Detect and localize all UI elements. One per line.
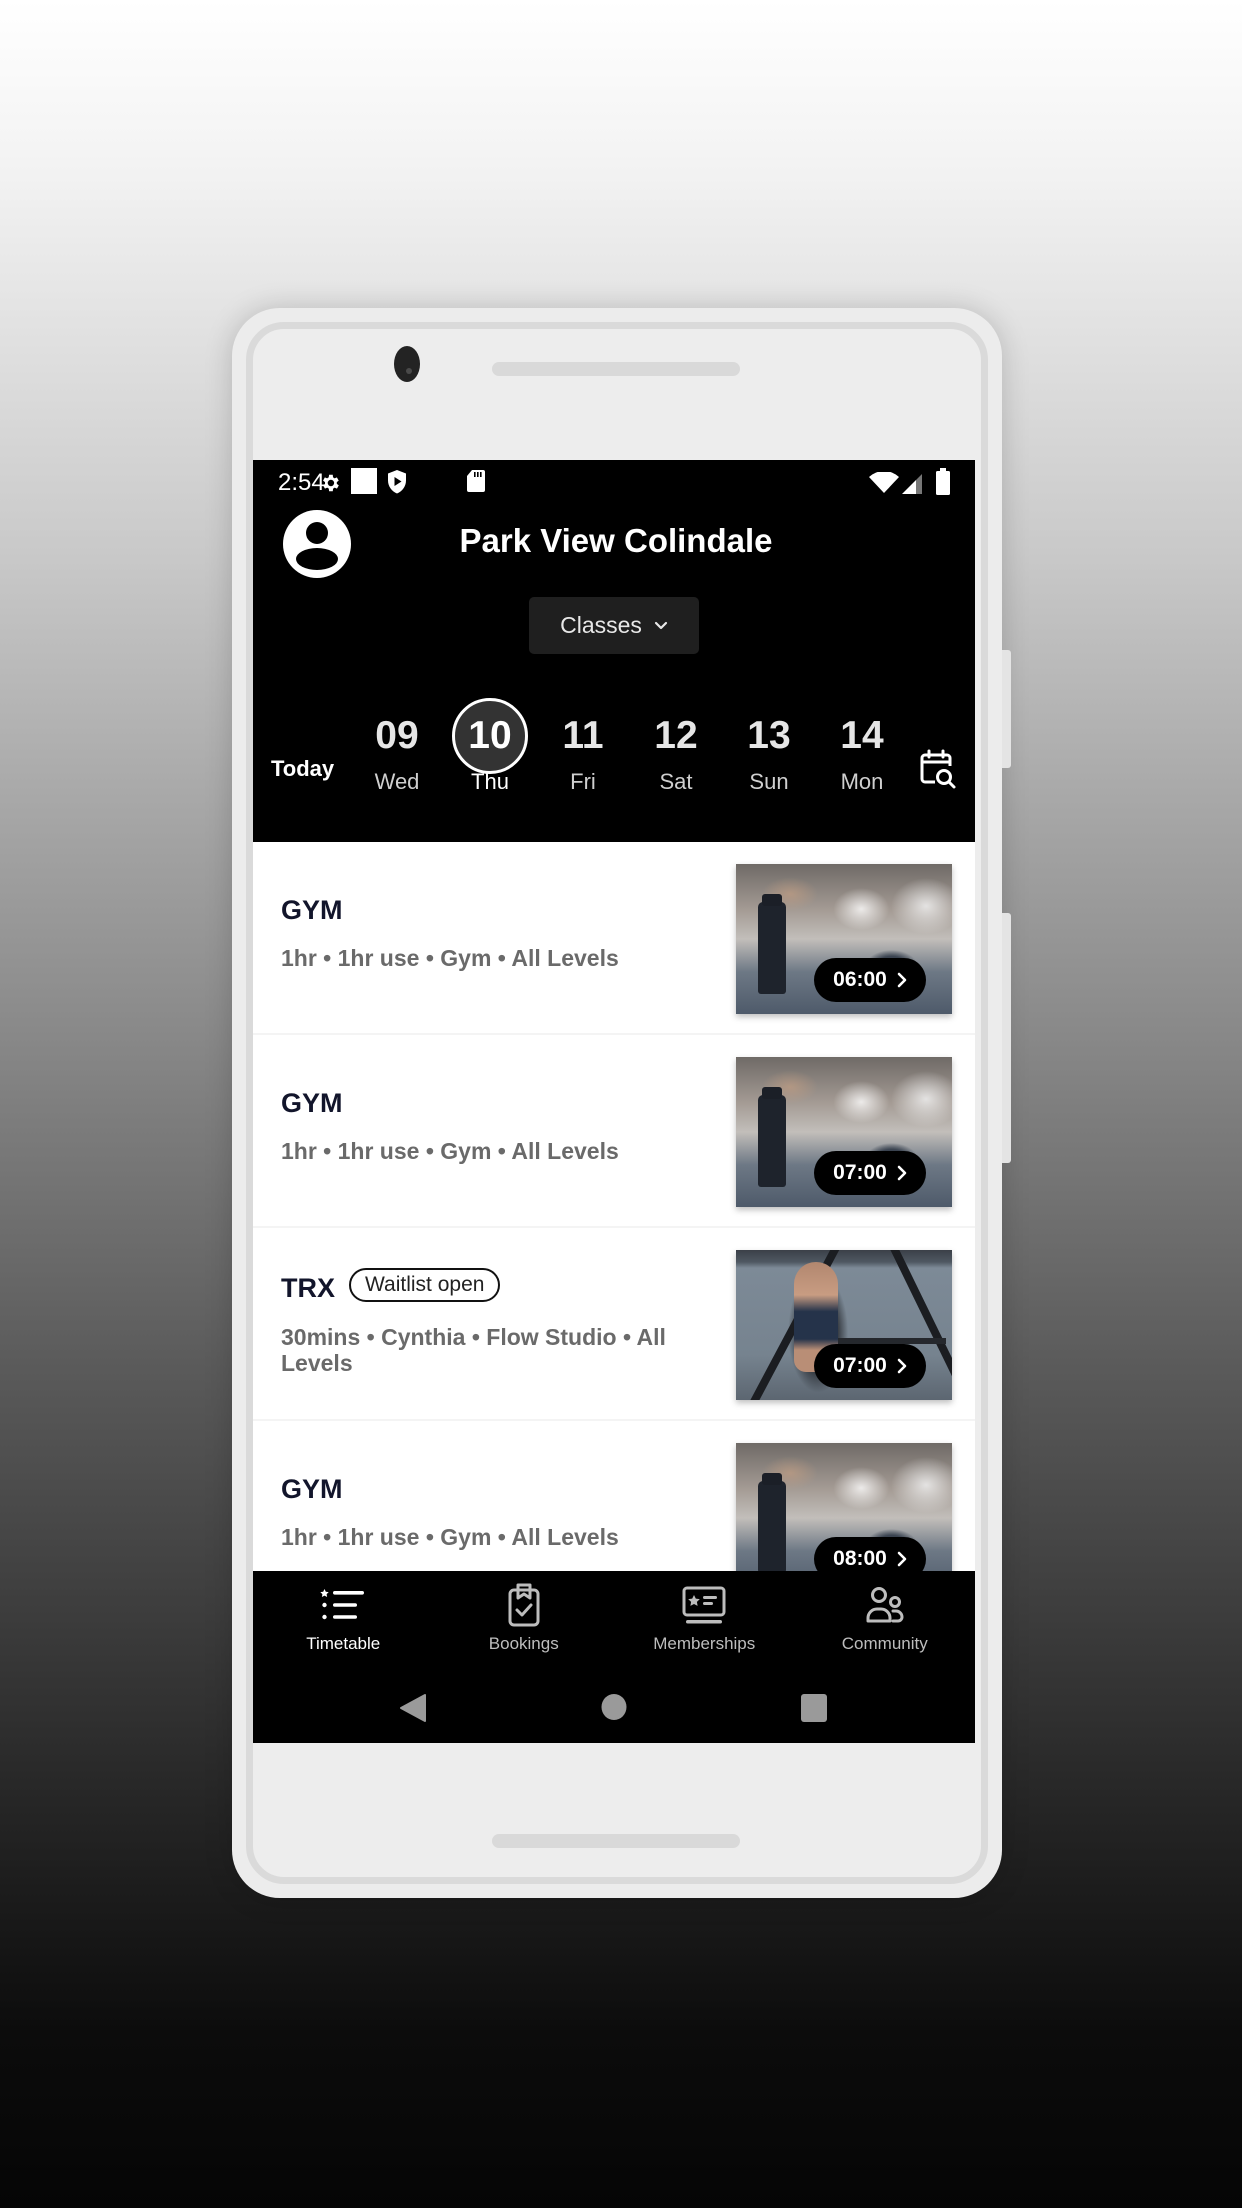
nav-tab-bookings[interactable]: Bookings	[434, 1571, 615, 1671]
class-meta: 1hr • 1hr use • Gym • All Levels	[281, 945, 619, 971]
nav-label: Timetable	[306, 1634, 381, 1653]
class-card[interactable]: GYM 1hr • 1hr use • Gym • All Levels 07:…	[253, 1035, 975, 1228]
nav-tab-memberships[interactable]: Memberships	[614, 1571, 795, 1671]
app-screen: 2:54 Park View Colindale Classes Today 0…	[253, 460, 975, 1743]
date-number: 13	[747, 714, 791, 757]
front-camera	[394, 346, 420, 382]
class-name: GYM	[281, 1474, 343, 1504]
date-item[interactable]: 13 Sun	[729, 705, 809, 795]
class-time: 07:00	[833, 1161, 887, 1184]
date-item[interactable]: 14 Mon	[822, 705, 902, 795]
chevron-right-icon	[897, 1551, 907, 1567]
back-icon[interactable]	[399, 1693, 427, 1723]
date-item[interactable]: 11 Fri	[543, 705, 623, 795]
class-name: GYM	[281, 1088, 343, 1118]
power-button	[1002, 913, 1011, 1163]
class-name: TRX	[281, 1273, 335, 1303]
class-time: 06:00	[833, 968, 887, 991]
class-meta: 1hr • 1hr use • Gym • All Levels	[281, 1524, 619, 1550]
volume-button	[1002, 650, 1011, 768]
chevron-right-icon	[897, 972, 907, 988]
app-header: 2:54 Park View Colindale Classes Today 0…	[253, 460, 975, 842]
date-weekday: Sat	[659, 769, 693, 794]
class-image-gym[interactable]: 07:00	[736, 1057, 952, 1207]
calendar-search-icon[interactable]	[919, 748, 957, 790]
nav-tab-community[interactable]: Community	[795, 1571, 976, 1671]
class-meta: 30mins • Cynthia • Flow Studio • All Lev…	[281, 1324, 666, 1376]
date-number: 14	[840, 714, 884, 757]
settings-gear-icon	[323, 474, 339, 492]
page-title: Park View Colindale	[459, 522, 773, 559]
dropdown-selected-label: Classes	[560, 612, 642, 638]
class-card[interactable]: GYM 1hr • 1hr use • Gym • All Levels 06:…	[253, 842, 975, 1035]
bottom-speaker	[492, 1834, 740, 1848]
date-number: 12	[654, 714, 698, 757]
date-number: 11	[562, 714, 604, 757]
membership-card-icon	[682, 1586, 726, 1624]
class-time: 08:00	[833, 1547, 887, 1570]
status-time: 2:54	[278, 469, 325, 496]
date-weekday: Wed	[374, 769, 420, 794]
shield-play-icon	[388, 470, 406, 494]
date-weekday: Sun	[749, 769, 789, 794]
bookings-clipboard-icon	[508, 1583, 540, 1627]
class-image-trx[interactable]: 07:00	[736, 1250, 952, 1400]
earpiece-speaker	[492, 362, 740, 376]
chevron-right-icon	[897, 1358, 907, 1374]
nav-label: Memberships	[653, 1634, 756, 1653]
date-item[interactable]: 12 Sat	[636, 705, 716, 795]
sd-card-icon	[467, 470, 485, 492]
nav-label: Bookings	[488, 1634, 559, 1653]
date-number: 09	[375, 714, 419, 757]
nav-label: Community	[841, 1634, 928, 1653]
community-people-icon	[866, 1587, 904, 1623]
date-weekday: Mon	[840, 769, 884, 794]
class-time-button[interactable]: 07:00	[814, 1344, 926, 1388]
waitlist-badge: Waitlist open	[349, 1268, 501, 1302]
class-time: 07:00	[833, 1354, 887, 1377]
class-list: GYM 1hr • 1hr use • Gym • All Levels 06:…	[253, 842, 975, 1614]
today-button[interactable]: Today	[271, 756, 334, 782]
date-item-selected[interactable]: 10 Thu	[450, 698, 530, 795]
status-bar: 2:54	[253, 460, 975, 505]
date-weekday: Thu	[471, 769, 509, 794]
battery-icon	[936, 468, 950, 495]
date-weekday: Fri	[570, 769, 596, 794]
class-name: GYM	[281, 895, 343, 925]
class-time-button[interactable]: 07:00	[814, 1151, 926, 1195]
class-time-button[interactable]: 06:00	[814, 958, 926, 1002]
wifi-icon	[869, 472, 899, 493]
class-image-gym[interactable]: 06:00	[736, 864, 952, 1014]
class-meta: 1hr • 1hr use • Gym • All Levels	[281, 1138, 619, 1164]
timetable-list-icon	[320, 1589, 365, 1620]
notification-square-icon	[351, 468, 377, 494]
nav-tab-timetable[interactable]: Timetable	[253, 1571, 434, 1671]
chevron-right-icon	[897, 1165, 907, 1181]
chevron-down-icon	[654, 621, 668, 629]
category-dropdown[interactable]: Classes	[529, 597, 699, 654]
date-number: 10	[452, 698, 528, 774]
class-card[interactable]: TRX Waitlist open 30mins • Cynthia • Flo…	[253, 1228, 975, 1421]
home-icon[interactable]	[601, 1693, 627, 1721]
system-navigation-bar	[253, 1671, 975, 1743]
bottom-navigation: Timetable Bookings Memberships Community	[253, 1571, 975, 1671]
cell-signal-icon	[902, 474, 922, 494]
recents-icon[interactable]	[800, 1693, 828, 1723]
date-item[interactable]: 09 Wed	[357, 705, 437, 795]
